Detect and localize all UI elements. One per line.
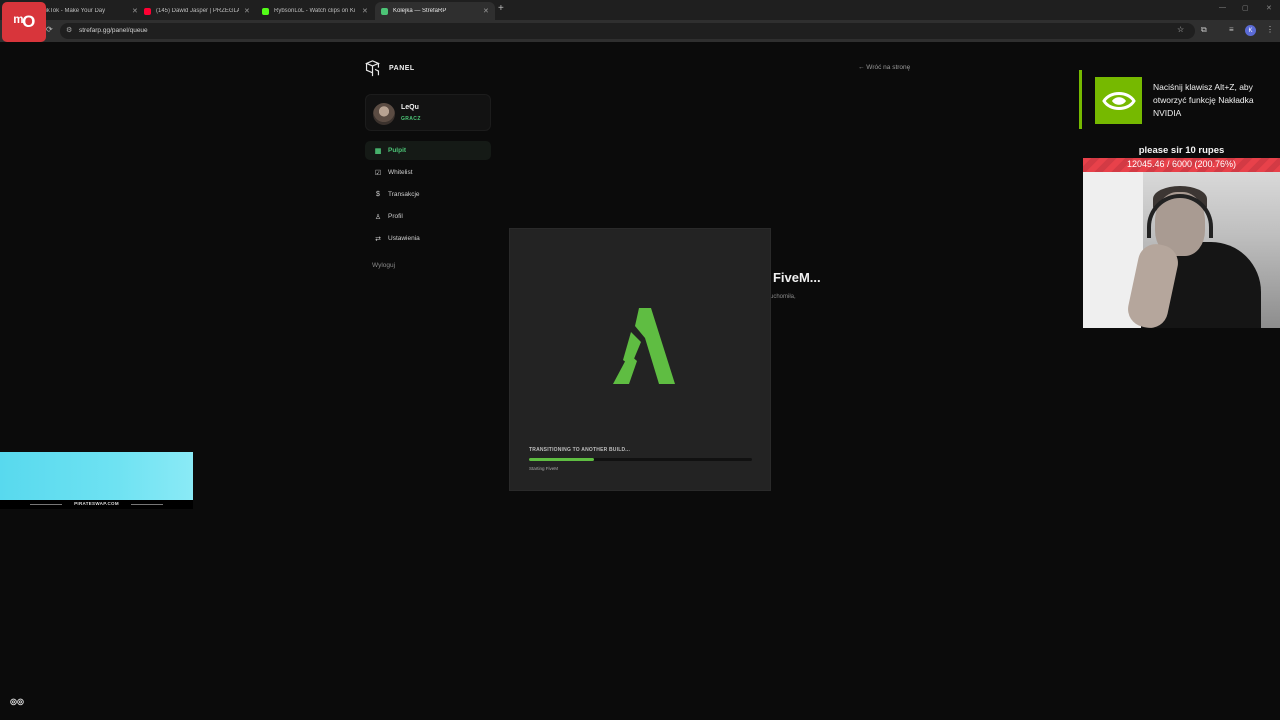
youtube-icon bbox=[144, 7, 151, 15]
nvidia-message: Naciśnij klawisz Alt+Z, aby otworzyć fun… bbox=[1153, 82, 1254, 118]
brand-label: PANEL bbox=[389, 65, 415, 72]
sidebar-item-label: Transakcje bbox=[388, 191, 420, 198]
donation-goal-title: please sir 10 rupes bbox=[1138, 145, 1225, 156]
stream-logo: ᵐO bbox=[2, 2, 46, 42]
new-tab-icon[interactable]: + bbox=[498, 3, 504, 14]
ad-text: PIRATESWAP.COM bbox=[74, 501, 119, 506]
sidebar-item-pulpit[interactable]: ▦ Pulpit bbox=[365, 141, 491, 160]
maximize-icon[interactable]: ▢ bbox=[1242, 4, 1249, 12]
address-bar: ⟳ ⚙ strefarp.gg/panel/queue ☆ ⧉ ≡ ⋮ bbox=[0, 20, 1280, 42]
close-icon[interactable]: ✕ bbox=[132, 7, 138, 15]
donation-goal-bar: 12045.46 / 6000 (200.76%) bbox=[1083, 158, 1280, 172]
ad-banner bbox=[0, 452, 193, 500]
tab-label: Kolejka — StrefaRP bbox=[393, 8, 447, 14]
brand[interactable]: PANEL bbox=[364, 60, 415, 77]
sidebar-item-label: Whitelist bbox=[388, 169, 413, 176]
user-role-badge: GRACZ bbox=[401, 116, 421, 122]
dashboard-icon: ▦ bbox=[374, 147, 382, 155]
sidebar-item-whitelist[interactable]: ☑ Whitelist bbox=[365, 163, 491, 182]
ad-strip: PIRATESWAP.COM bbox=[0, 500, 193, 509]
divider bbox=[131, 504, 163, 505]
minimize-icon[interactable]: — bbox=[1219, 4, 1226, 11]
webcam-feed bbox=[1083, 172, 1280, 328]
tab-strefarp[interactable]: Kolejka — StrefaRP ✕ bbox=[375, 2, 495, 20]
user-icon: ♙ bbox=[374, 213, 382, 221]
sliders-icon: ⇄ bbox=[375, 235, 381, 243]
close-icon[interactable]: ✕ bbox=[483, 7, 489, 15]
menu-icon[interactable]: ⋮ bbox=[1266, 25, 1274, 34]
loading-title: TRANSITIONING TO ANOTHER BUILD... bbox=[529, 447, 631, 453]
avatar bbox=[373, 103, 395, 125]
site-info-icon[interactable]: ⚙ bbox=[66, 26, 72, 34]
tab-label: RybsonLoL - Watch clips on Ki bbox=[274, 8, 356, 14]
profile-avatar[interactable]: K bbox=[1245, 25, 1256, 36]
reload-icon[interactable]: ⟳ bbox=[46, 25, 53, 34]
kick-icon bbox=[262, 7, 269, 15]
sidebar-item-ustawienia[interactable]: ⇄ Ustawienia bbox=[365, 229, 491, 248]
close-icon[interactable]: ✕ bbox=[362, 7, 368, 15]
closed-captions-icon[interactable]: ◎◎ bbox=[10, 697, 24, 706]
tab-label: TikTok - Make Your Day bbox=[42, 8, 106, 14]
fivem-loading-window: TRANSITIONING TO ANOTHER BUILD... Starti… bbox=[509, 228, 771, 491]
page-title: : FiveM... bbox=[765, 270, 821, 285]
nvidia-notification: Naciśnij klawisz Alt+Z, aby otworzyć fun… bbox=[1079, 70, 1280, 129]
dollar-icon: $ bbox=[376, 191, 380, 198]
sidebar-item-transakcje[interactable]: $ Transakcje bbox=[365, 185, 491, 204]
media-icon[interactable]: ≡ bbox=[1229, 25, 1234, 34]
url-text: strefarp.gg/panel/queue bbox=[79, 27, 148, 34]
loading-status: Starting FiveM bbox=[529, 466, 559, 471]
screen: TikTok - Make Your Day ✕ (145) Dawid Jas… bbox=[0, 0, 1280, 720]
nvidia-logo-icon bbox=[1095, 77, 1142, 124]
user-name: LeQu bbox=[401, 104, 419, 111]
sidebar-item-label: Pulpit bbox=[388, 147, 407, 154]
sidebar-item-profil[interactable]: ♙ Profil bbox=[365, 207, 491, 226]
tab-tiktok[interactable]: TikTok - Make Your Day ✕ bbox=[36, 2, 144, 20]
close-icon[interactable]: ✕ bbox=[244, 7, 250, 15]
window-close-icon[interactable]: ✕ bbox=[1266, 4, 1272, 12]
progress-bar bbox=[529, 458, 752, 461]
back-to-site-link[interactable]: ← Wróć na stronę bbox=[858, 64, 910, 71]
user-card[interactable]: LeQu GRACZ bbox=[365, 94, 491, 131]
progress-fill bbox=[529, 458, 594, 461]
sidebar-item-label: Ustawienia bbox=[388, 235, 420, 242]
extensions-icon[interactable]: ⧉ bbox=[1201, 25, 1207, 35]
tab-kick[interactable]: RybsonLoL - Watch clips on Ki ✕ bbox=[256, 2, 374, 20]
url-field[interactable]: ⚙ strefarp.gg/panel/queue bbox=[60, 23, 1195, 39]
checkbox-icon: ☑ bbox=[374, 169, 382, 177]
sidebar-nav: ▦ Pulpit ☑ Whitelist $ Transakcje ♙ Prof… bbox=[365, 141, 491, 251]
logout-link[interactable]: Wyloguj bbox=[372, 262, 395, 269]
fivem-logo-icon bbox=[613, 308, 675, 384]
browser-tabbar: TikTok - Make Your Day ✕ (145) Dawid Jas… bbox=[0, 0, 1280, 20]
tab-label: (145) Dawid Jasper | PRZEGLĄD bbox=[156, 8, 239, 14]
tab-youtube[interactable]: (145) Dawid Jasper | PRZEGLĄD ✕ bbox=[138, 2, 256, 20]
strefarp-icon bbox=[381, 7, 388, 15]
strefarp-logo-icon bbox=[365, 60, 380, 77]
bookmark-star-icon[interactable]: ☆ bbox=[1177, 25, 1184, 34]
page-subtitle: uchomiła, bbox=[770, 294, 796, 300]
sidebar-item-label: Profil bbox=[388, 213, 403, 220]
donation-goal-progress: 12045.46 / 6000 (200.76%) bbox=[1126, 159, 1237, 169]
